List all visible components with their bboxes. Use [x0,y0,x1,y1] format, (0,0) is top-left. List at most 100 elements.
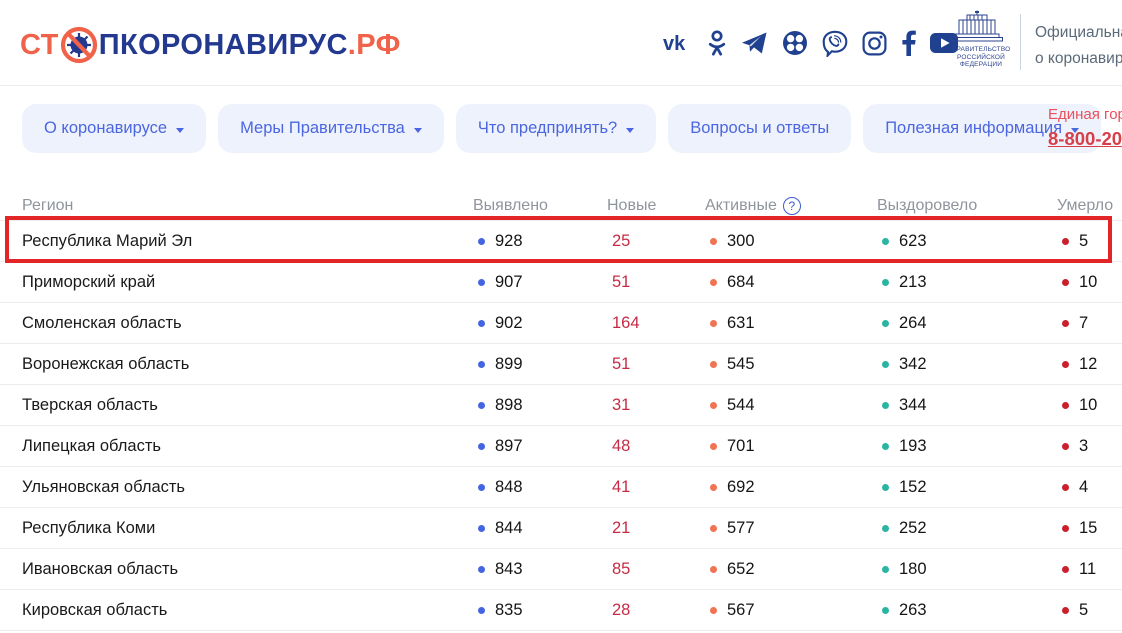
deaths-cell: 12 [1057,355,1110,374]
col-header-active-label: Активные [705,197,777,215]
viber-icon[interactable] [822,29,848,57]
virus-icon [60,26,98,64]
table-row-primorsky[interactable]: Приморский край 907 51 684 213 10 [0,262,1122,303]
deaths-cell: 15 [1057,519,1110,538]
deaths-cell: 4 [1057,478,1110,497]
caption-line: РОССИЙСКОЙ [950,54,1012,62]
region-name: Ульяновская область [22,478,473,497]
chevron-down-icon [176,128,184,133]
confirmed-cell: 928 [473,232,607,251]
active-value: 545 [727,355,755,374]
deaths-cell: 7 [1057,314,1110,333]
site-logo[interactable]: СТ ПКОРОНАВИРУС.РФ [20,26,401,64]
confirmed-cell: 844 [473,519,607,538]
deaths-value: 5 [1079,232,1088,251]
recovered-value: 152 [899,478,927,497]
new-cell: 41 [607,478,705,497]
hotline-phone-link[interactable]: 8-800-20 [1048,128,1122,150]
deaths-value: 12 [1079,355,1097,374]
deaths-dot [1062,607,1069,614]
hotline-block: Единая горяч 8-800-20 [1048,106,1122,150]
table-row-ulyanovsk[interactable]: Ульяновская область 848 41 692 152 4 [0,467,1122,508]
deaths-cell: 5 [1057,232,1110,251]
active-value: 577 [727,519,755,538]
table-row-komi[interactable]: Республика Коми 844 21 577 252 15 [0,508,1122,549]
recovered-value: 264 [899,314,927,333]
instagram-icon[interactable] [862,29,887,57]
government-block: ПРАВИТЕЛЬСТВО РОССИЙСКОЙ ФЕДЕРАЦИИ Офици… [950,10,1122,72]
recovered-value: 193 [899,437,927,456]
table-row-tver[interactable]: Тверская область 898 31 544 344 10 [0,385,1122,426]
nav-what-to-do[interactable]: Что предпринять? [456,104,656,153]
table-row-smolensk[interactable]: Смоленская область 902 164 631 264 7 [0,303,1122,344]
active-cell: 544 [705,396,877,415]
table-row-kirov[interactable]: Кировская область 835 28 567 263 5 [0,590,1122,631]
recovered-value: 623 [899,232,927,251]
recovered-dot [882,320,889,327]
logo-text-st: СТ [20,29,59,62]
confirmed-cell: 898 [473,396,607,415]
new-cell: 51 [607,273,705,292]
deaths-dot [1062,525,1069,532]
confirmed-value: 835 [495,601,523,620]
new-cell: 28 [607,601,705,620]
recovered-dot [882,525,889,532]
deaths-dot [1062,566,1069,573]
recovered-value: 252 [899,519,927,538]
deaths-value: 10 [1079,273,1097,292]
active-cell: 652 [705,560,877,579]
info-line-2: о коронавирусе в [1035,46,1122,72]
active-dot [710,320,717,327]
confirmed-value: 928 [495,232,523,251]
odnoklassniki-icon[interactable] [707,29,727,57]
confirmed-value: 897 [495,437,523,456]
chevron-down-icon [626,128,634,133]
main-nav: О коронавирусе Меры Правительства Что пр… [22,104,1101,153]
deaths-value: 10 [1079,396,1097,415]
nav-about-coronavirus[interactable]: О коронавирусе [22,104,206,153]
table-row-ivanovo[interactable]: Ивановская область 843 85 652 180 11 [0,549,1122,590]
vk-icon[interactable]: vk [663,29,693,57]
table-row-mariy-el[interactable]: Республика Марий Эл 928 25 300 623 5 [0,221,1122,262]
deaths-cell: 5 [1057,601,1110,620]
nav-questions-answers[interactable]: Вопросы и ответы [668,104,851,153]
active-cell: 684 [705,273,877,292]
active-dot [710,607,717,614]
active-dot [710,279,717,286]
facebook-icon[interactable] [901,29,916,57]
active-dot [710,484,717,491]
active-cell: 701 [705,437,877,456]
nav-government-measures[interactable]: Меры Правительства [218,104,444,153]
logo-text-rf: .РФ [348,29,401,62]
help-icon[interactable]: ? [783,197,801,215]
recovered-dot [882,402,889,409]
active-value: 701 [727,437,755,456]
active-cell: 545 [705,355,877,374]
deaths-dot [1062,402,1069,409]
recovered-cell: 342 [877,355,1057,374]
top-bar: СТ ПКОРОНАВИРУС.РФ vk [0,0,1122,86]
deaths-value: 11 [1079,560,1096,579]
region-name: Кировская область [22,601,473,620]
zen-icon[interactable] [782,29,808,57]
confirmed-cell: 899 [473,355,607,374]
region-name: Липецкая область [22,437,473,456]
deaths-dot [1062,443,1069,450]
caption-line: ФЕДЕРАЦИИ [950,61,1012,69]
deaths-value: 15 [1079,519,1097,538]
new-cell: 85 [607,560,705,579]
deaths-value: 3 [1079,437,1088,456]
table-row-voronezh[interactable]: Воронежская область 899 51 545 342 12 [0,344,1122,385]
telegram-icon[interactable] [741,29,768,57]
recovered-value: 180 [899,560,927,579]
table-row-lipetsk[interactable]: Липецкая область 897 48 701 193 3 [0,426,1122,467]
deaths-dot [1062,361,1069,368]
new-cell: 51 [607,355,705,374]
logo-text-koronavirus: ПКОРОНАВИРУС [99,29,348,62]
recovered-dot [882,238,889,245]
confirmed-dot [478,607,485,614]
active-value: 631 [727,314,755,333]
active-dot [710,566,717,573]
confirmed-dot [478,279,485,286]
col-header-new: Новые [607,197,705,215]
